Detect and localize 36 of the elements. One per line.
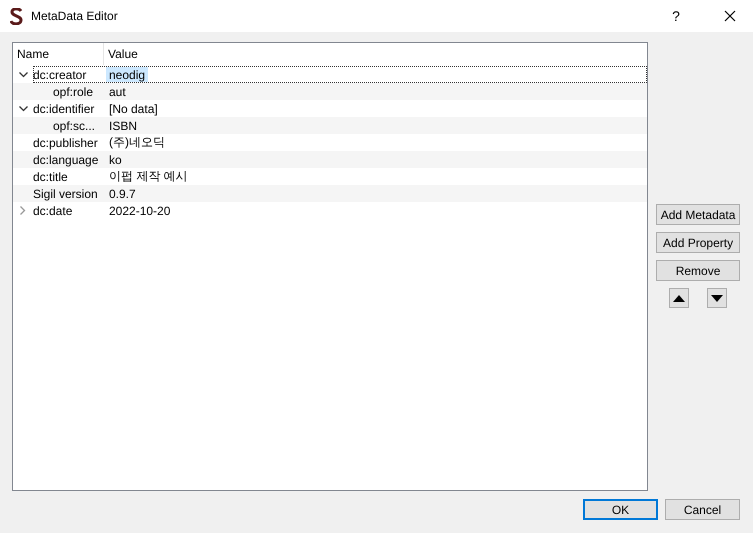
value-cell-text: ISBN [108,118,138,134]
name-cell-text: opf:sc... [52,118,96,134]
value-cell-text: [No data] [108,100,159,117]
chevron-right-icon[interactable] [20,206,26,215]
name-cell-text: dc:language [33,152,100,168]
value-cell-text: 2022-10-20 [108,202,172,219]
value-cell-text: 0.9.7 [108,186,137,202]
action-button[interactable]: Add Property [656,232,740,253]
name-cell-text: dc:publisher [33,134,99,151]
name-cell-text: dc:creator [33,67,88,82]
action-button[interactable]: Remove [656,260,740,281]
chevron-down-icon[interactable] [18,72,28,78]
chevron-down-icon[interactable] [18,106,28,112]
close-icon [724,10,736,22]
move-down-button[interactable] [707,288,728,308]
name-cell-text: opf:role [52,84,94,100]
name-cell-text: dc:date [33,202,74,219]
triangle-down-icon [711,294,724,302]
value-cell-text: aut [108,84,127,100]
column-header[interactable]: Value [104,43,138,65]
value-cell-text: 이펍 제작 예시 [108,168,189,185]
help-button[interactable]: ? [653,0,699,32]
action-button[interactable]: Add Metadata [656,204,740,225]
triangle-up-icon [673,294,686,302]
column-header[interactable]: Name [13,43,104,65]
dialog-button[interactable]: OK [583,499,658,520]
move-up-button[interactable] [669,288,690,308]
value-cell-text: (주)네오딕 [108,134,166,151]
name-cell-text: Sigil version [33,186,99,202]
app-logo-icon [10,8,23,24]
name-cell-text: dc:title [33,168,69,185]
window-title: MetaData Editor [31,9,119,23]
value-cell: neodig [106,67,148,82]
value-cell-text: ko [108,152,123,168]
dialog-button[interactable]: Cancel [665,499,740,520]
name-cell-text: dc:identifier [33,100,96,117]
